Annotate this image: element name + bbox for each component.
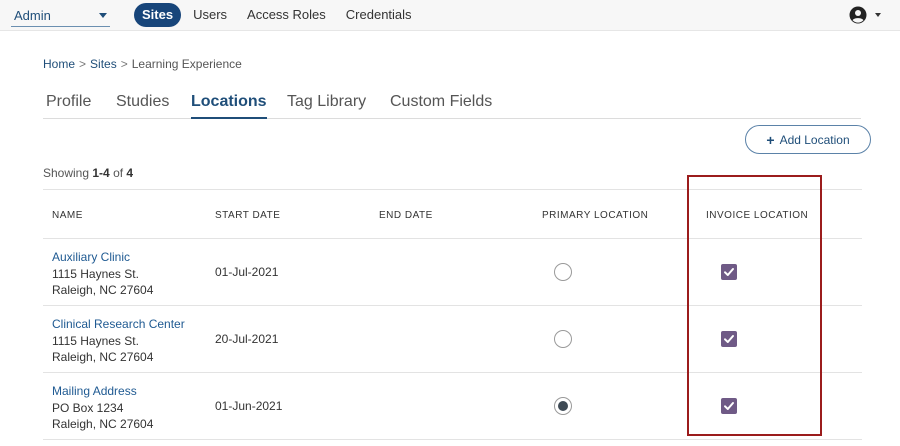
- results-count-range: 1-4: [92, 166, 110, 180]
- column-header-primary-location[interactable]: PRIMARY LOCATION: [542, 210, 648, 221]
- invoice-location-checkbox[interactable]: [721, 264, 737, 280]
- tab-custom-fields[interactable]: Custom Fields: [390, 89, 492, 119]
- tab-locations[interactable]: Locations: [191, 89, 267, 119]
- user-menu-button[interactable]: [849, 6, 881, 24]
- results-count-of: of: [113, 166, 124, 180]
- primary-location-radio[interactable]: [554, 263, 572, 281]
- caret-down-icon: [875, 13, 881, 17]
- location-name-cell: Mailing Address PO Box 1234 Raleigh, NC …: [52, 383, 153, 433]
- account-circle-icon: [849, 6, 867, 24]
- table-row: Auxiliary Clinic 1115 Haynes St. Raleigh…: [43, 239, 862, 306]
- location-name-cell: Auxiliary Clinic 1115 Haynes St. Raleigh…: [52, 249, 153, 299]
- tab-profile[interactable]: Profile: [46, 89, 91, 119]
- address-line-1: PO Box 1234: [52, 400, 124, 415]
- location-name-link[interactable]: Mailing Address: [52, 383, 153, 400]
- table-row: Mailing Address PO Box 1234 Raleigh, NC …: [43, 373, 862, 440]
- location-name-link[interactable]: Auxiliary Clinic: [52, 249, 153, 266]
- table-header: NAME START DATE END DATE PRIMARY LOCATIO…: [43, 189, 862, 239]
- role-select-value: Admin: [14, 8, 51, 23]
- top-nav-bar: Admin Sites Users Access Roles Credentia…: [0, 0, 900, 31]
- invoice-location-checkbox[interactable]: [721, 331, 737, 347]
- add-location-label: Add Location: [779, 132, 850, 147]
- breadcrumb-home-link[interactable]: Home: [43, 57, 75, 71]
- checkmark-icon: [724, 268, 734, 276]
- column-header-start-date[interactable]: START DATE: [215, 210, 280, 221]
- address-line-2: Raleigh, NC 27604: [52, 350, 154, 364]
- start-date-cell: 01-Jul-2021: [215, 265, 279, 279]
- breadcrumb-sites-link[interactable]: Sites: [90, 57, 117, 71]
- nav-item-users[interactable]: Users: [193, 3, 227, 27]
- breadcrumb-separator: >: [79, 57, 87, 71]
- results-count-prefix: Showing: [43, 166, 90, 180]
- results-count-total: 4: [126, 166, 134, 180]
- column-header-name[interactable]: NAME: [52, 210, 83, 221]
- start-date-cell: 20-Jul-2021: [215, 332, 279, 346]
- locations-table: NAME START DATE END DATE PRIMARY LOCATIO…: [43, 189, 862, 440]
- checkmark-icon: [724, 402, 734, 410]
- invoice-location-checkbox[interactable]: [721, 398, 737, 414]
- primary-location-radio[interactable]: [554, 330, 572, 348]
- nav-item-sites[interactable]: Sites: [134, 3, 182, 27]
- breadcrumb: Home > Sites > Learning Experience: [43, 57, 242, 71]
- address-line-1: 1115 Haynes St.: [52, 333, 139, 348]
- address-line-2: Raleigh, NC 27604: [52, 283, 154, 297]
- checkmark-icon: [724, 335, 734, 343]
- start-date-cell: 01-Jun-2021: [215, 399, 283, 413]
- site-tabs: Profile Studies Locations Tag Library Cu…: [43, 89, 861, 119]
- primary-location-radio[interactable]: [554, 397, 572, 415]
- add-location-button[interactable]: + Add Location: [745, 125, 871, 154]
- table-row: Clinical Research Center 1115 Haynes St.…: [43, 306, 862, 373]
- chevron-down-icon: [99, 13, 107, 18]
- nav-item-access-roles[interactable]: Access Roles: [247, 3, 326, 27]
- tab-tag-library[interactable]: Tag Library: [287, 89, 366, 119]
- breadcrumb-separator: >: [120, 57, 128, 71]
- nav-item-credentials[interactable]: Credentials: [346, 3, 412, 27]
- location-name-link[interactable]: Clinical Research Center: [52, 316, 185, 333]
- tab-studies[interactable]: Studies: [116, 89, 169, 119]
- column-header-invoice-location[interactable]: INVOICE LOCATION: [706, 210, 808, 221]
- address-line-2: Raleigh, NC 27604: [52, 417, 154, 431]
- plus-icon: +: [766, 131, 775, 148]
- column-header-end-date[interactable]: END DATE: [379, 210, 433, 221]
- location-name-cell: Clinical Research Center 1115 Haynes St.…: [52, 316, 185, 366]
- address-line-1: 1115 Haynes St.: [52, 266, 139, 281]
- main-nav: Sites Users Access Roles Credentials: [134, 3, 432, 27]
- breadcrumb-current: Learning Experience: [131, 57, 242, 71]
- role-select[interactable]: Admin: [11, 4, 110, 27]
- results-count: Showing 1-4 of 4: [43, 166, 133, 180]
